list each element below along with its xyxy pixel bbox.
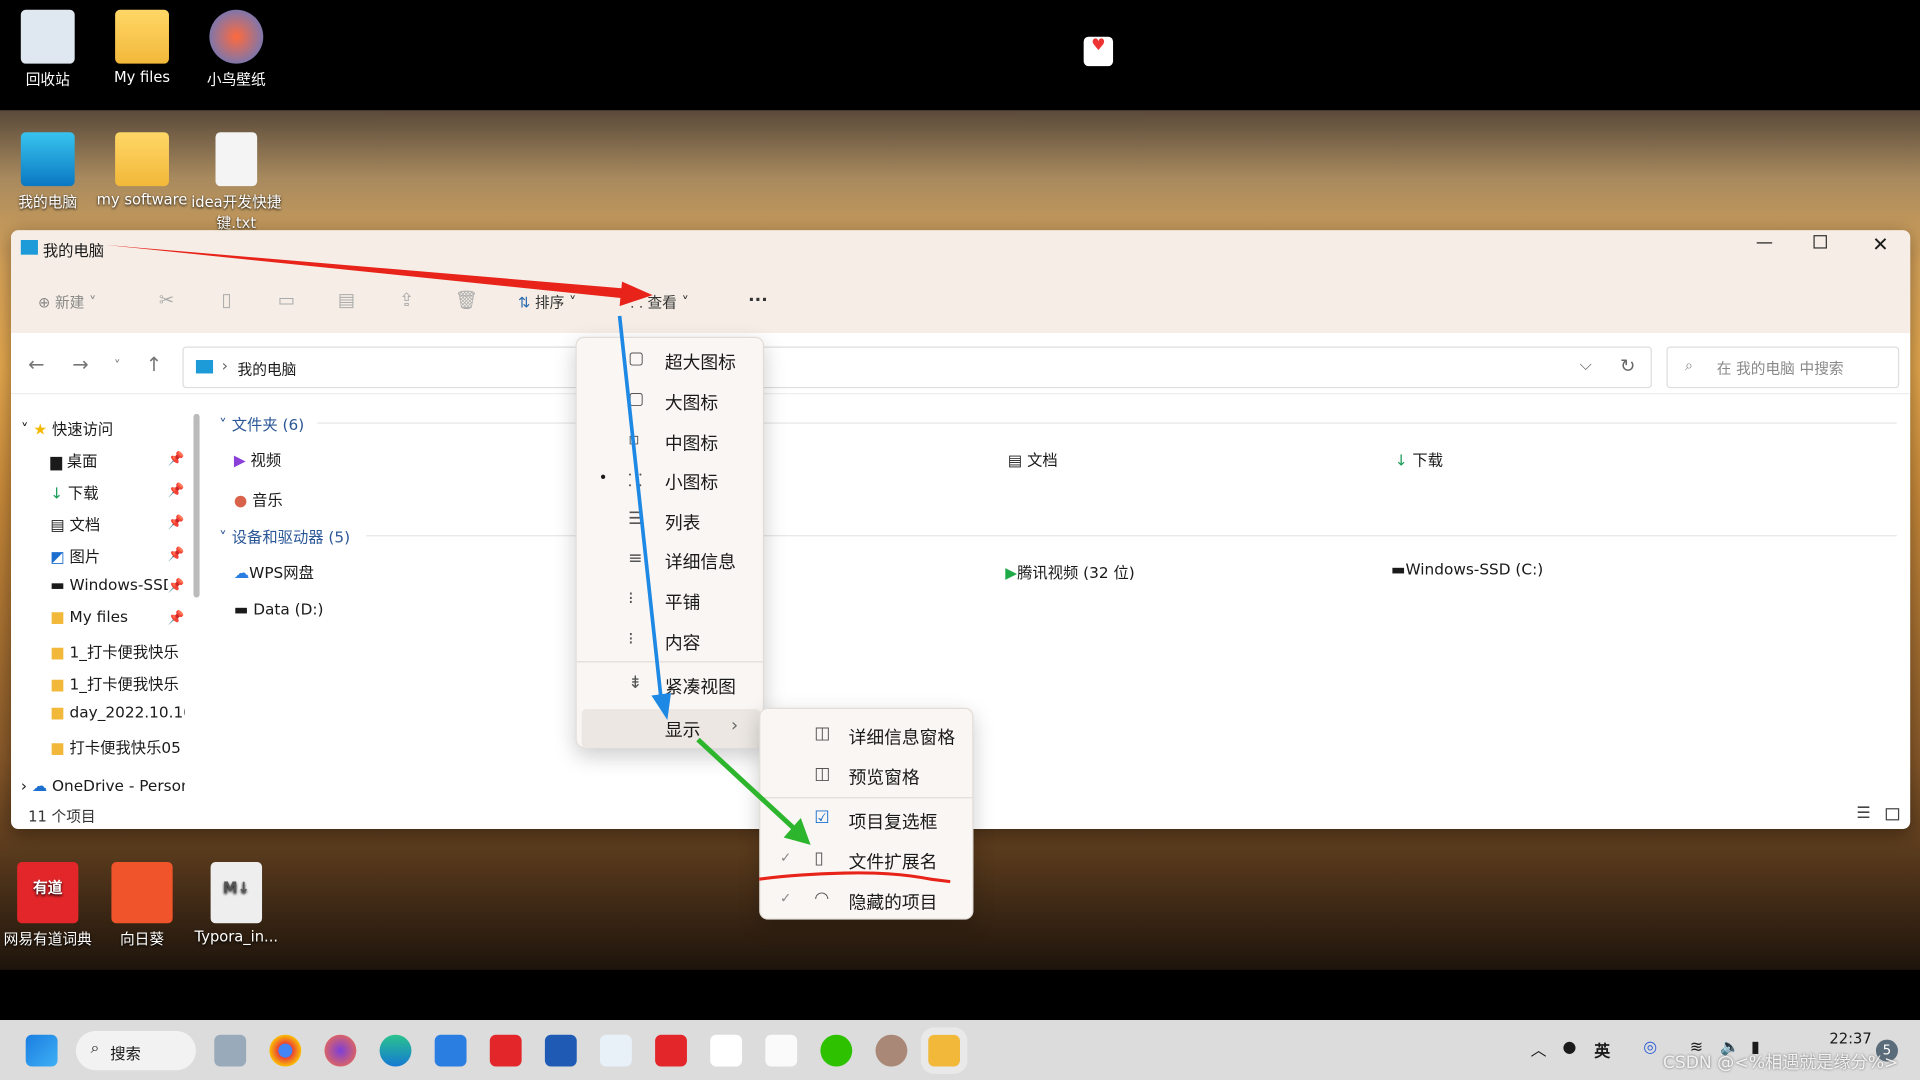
taskbar-app-word[interactable]	[544, 1034, 577, 1067]
label: 向日葵	[119, 930, 165, 948]
taskbar-app-typora[interactable]	[765, 1034, 798, 1067]
sunlogin-icon	[111, 862, 173, 924]
clock-time[interactable]: 22:37	[1829, 1030, 1871, 1047]
ime-indicator[interactable]: 英	[1594, 1038, 1610, 1061]
desktop-icon-youdao[interactable]: 有道 网易有道词典	[0, 862, 96, 949]
taskbar-app-wps[interactable]	[489, 1034, 522, 1067]
youdao-icon: 有道	[17, 862, 79, 924]
annotation-overlay	[105, 244, 951, 884]
blue-arrow-shaft	[617, 315, 664, 701]
start-button[interactable]	[25, 1034, 58, 1067]
taskbar-app-wechat[interactable]	[820, 1034, 853, 1067]
red-underline	[758, 871, 951, 884]
taskbar-app-chrome[interactable]	[269, 1034, 302, 1067]
taskbar-app-firefox[interactable]	[324, 1034, 357, 1067]
red-arrow-head	[619, 281, 653, 307]
label: 网易有道词典	[3, 930, 92, 948]
desktop-icon-sunlogin[interactable]: 向日葵	[94, 862, 190, 949]
taskbar-app-file-explorer[interactable]	[920, 1027, 968, 1074]
taskbar-app-photos[interactable]	[214, 1034, 247, 1067]
taskbar-app-dots[interactable]	[710, 1034, 743, 1067]
blue-arrow-head	[651, 693, 672, 721]
label: Typora_in...	[194, 928, 279, 946]
tray-overflow-icon[interactable]: ︿	[1531, 1037, 1547, 1060]
ifly-icon[interactable]: ◎	[1643, 1038, 1657, 1056]
desktop-icon-typora[interactable]: M↓ Typora_in...	[189, 862, 285, 945]
taskbar-app-youdao[interactable]	[655, 1034, 687, 1067]
label: 搜索	[110, 1044, 141, 1063]
taskbar-app-snipping[interactable]	[600, 1034, 632, 1067]
watermark: CSDN @<%相遇就是缘分%>	[1662, 1053, 1899, 1073]
search-icon: ⌕	[90, 1038, 100, 1057]
taskbar-app-avatar[interactable]	[875, 1034, 908, 1067]
taskbar-app-notepad[interactable]	[434, 1034, 467, 1067]
qq-icon[interactable]: ●	[1562, 1038, 1576, 1056]
red-arrow-shaft	[105, 244, 631, 299]
taskbar: ⌕ 搜索 ︿ ● 英 ◎ ≋ 🔈 ▮ 22:37 5 CSDN @<%相遇就是缘分…	[0, 1020, 1920, 1080]
taskbar-app-edge[interactable]	[379, 1034, 412, 1067]
taskbar-search[interactable]: ⌕ 搜索	[75, 1031, 196, 1071]
markdown-icon: M↓	[210, 862, 263, 924]
green-arrow-shaft	[696, 737, 798, 833]
screen: 回收站 My files 小鸟壁纸 ♥ 我的电脑 my software ide…	[0, 0, 1920, 1080]
